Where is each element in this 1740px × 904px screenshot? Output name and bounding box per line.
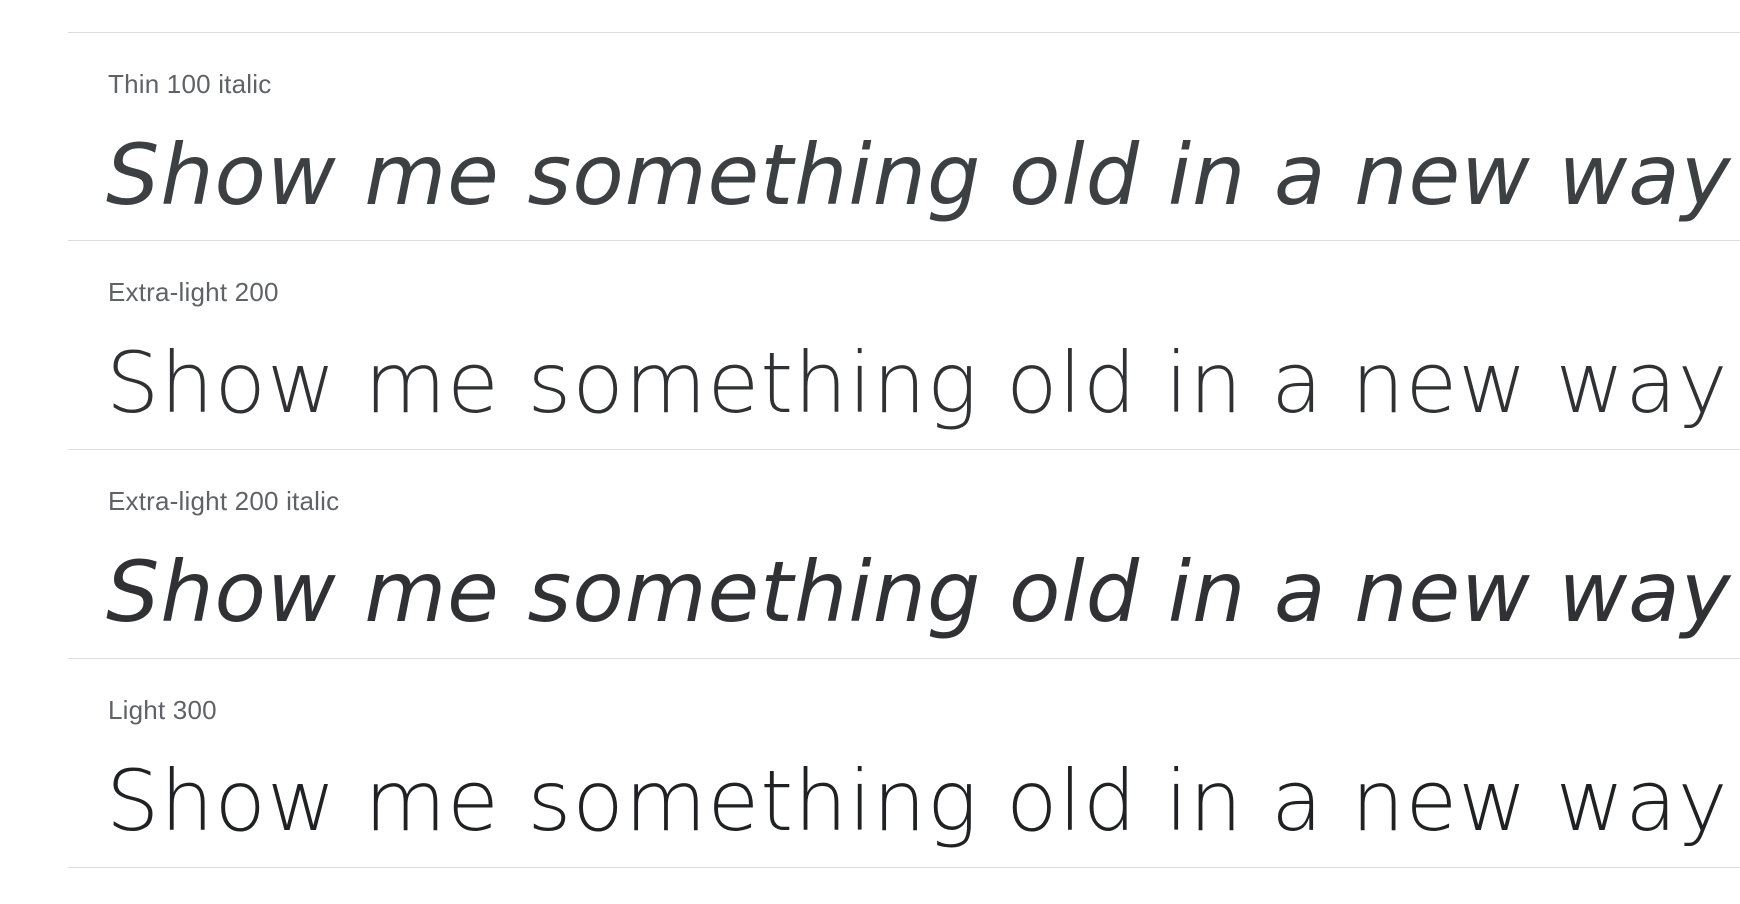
style-label: Light 300 (108, 695, 217, 725)
font-specimen-list: Thin 100 italic Show me something old in… (68, 32, 1740, 868)
sample-text[interactable]: Show me something old in a new way (106, 125, 1731, 225)
sample-text[interactable]: Show me something old in a new way (106, 751, 1729, 851)
sample-text[interactable]: Show me something old in a new way (106, 333, 1729, 433)
specimen-row-extra-light-200-italic[interactable]: Extra-light 200 italic Show me something… (68, 450, 1740, 659)
sample-text[interactable]: Show me something old in a new way (106, 542, 1731, 642)
style-label: Extra-light 200 italic (108, 486, 340, 516)
specimen-row-thin-100-italic[interactable]: Thin 100 italic Show me something old in… (68, 32, 1740, 241)
specimen-row-light-300[interactable]: Light 300 Show me something old in a new… (68, 659, 1740, 868)
style-label: Extra-light 200 (108, 277, 279, 307)
style-label: Thin 100 italic (108, 69, 272, 99)
specimen-row-extra-light-200[interactable]: Extra-light 200 Show me something old in… (68, 241, 1740, 450)
